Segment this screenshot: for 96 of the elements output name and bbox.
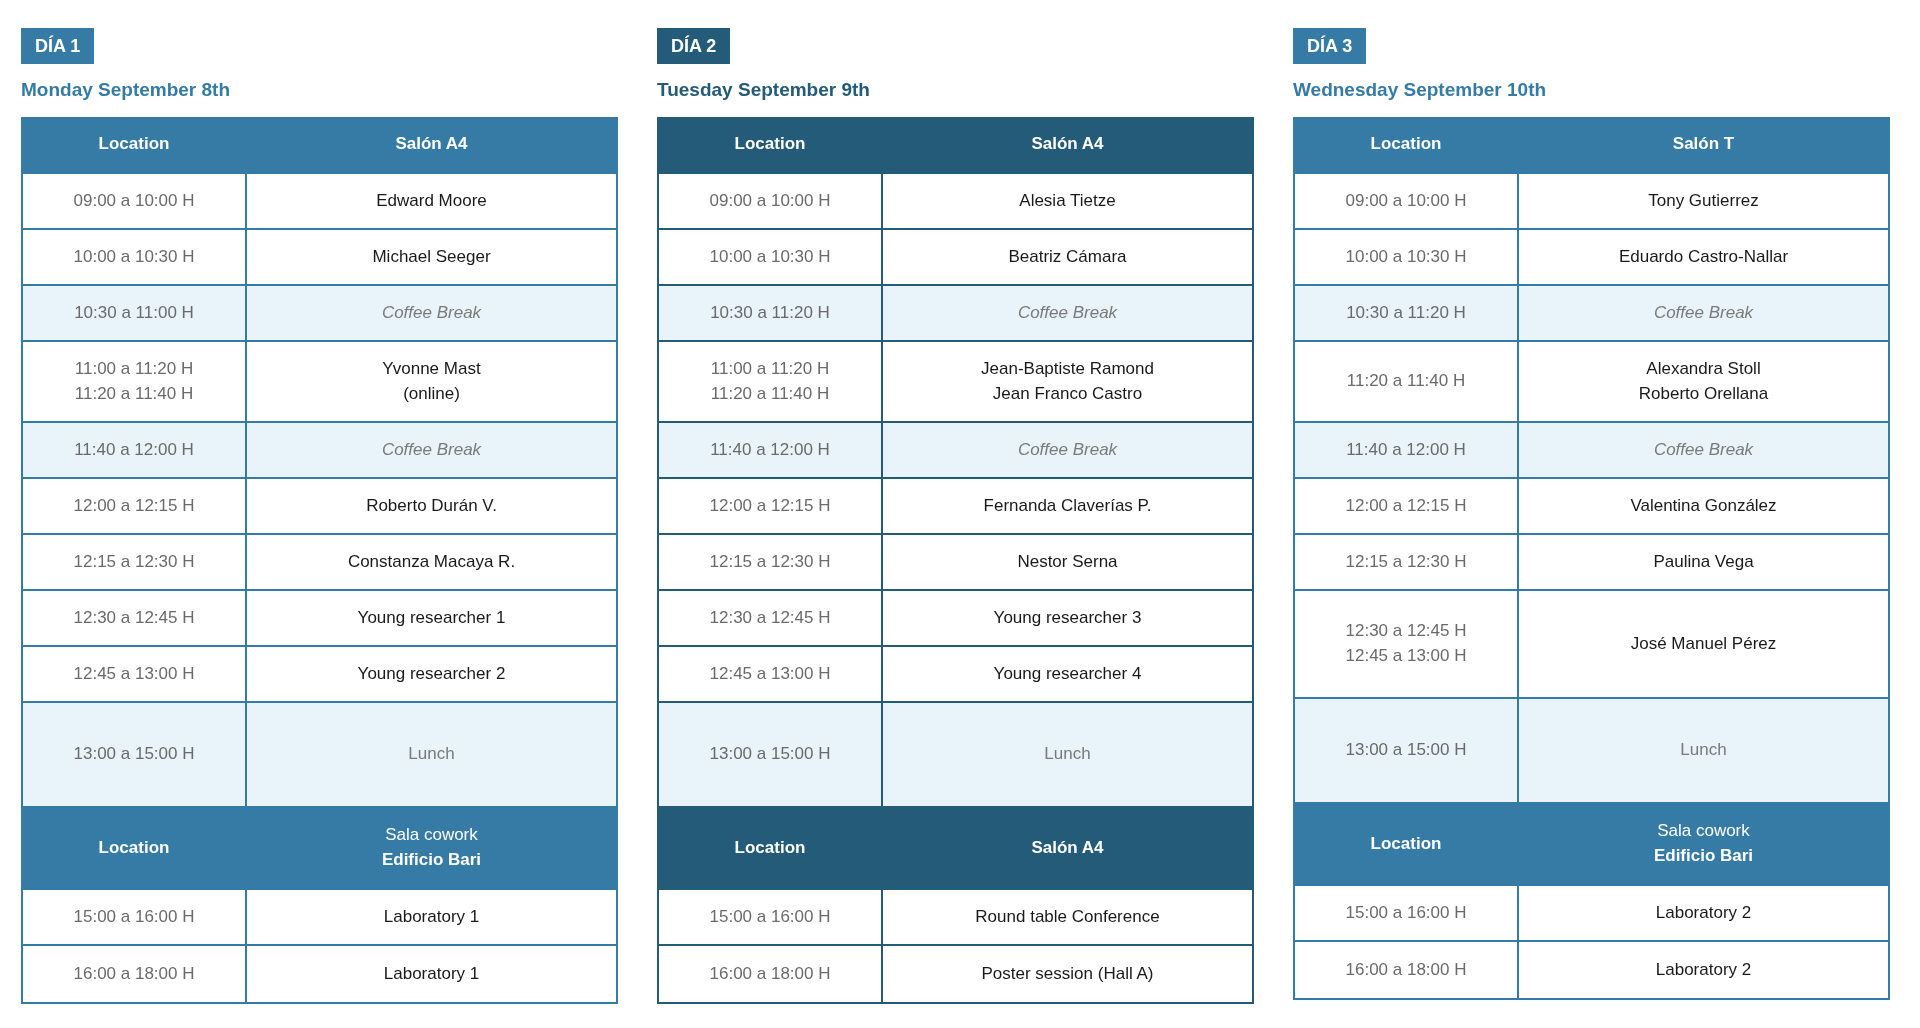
time-text: 11:40 a 12:00 H [710,438,830,461]
session-text: (online) [403,382,460,405]
session-text: Laboratory 1 [383,962,480,985]
time-text: 13:00 a 15:00 H [709,743,831,766]
session-text: Coffee Break [1653,301,1754,324]
venue-text: Sala cowork [1657,820,1750,843]
column-header: Location [1370,832,1442,855]
time-text: 12:30 a 12:45 H [709,606,831,629]
session-text: Young researcher 1 [357,606,506,629]
session-text: Yvonne Mast [382,357,481,380]
session-text: Coffee Break [1017,438,1118,461]
session-text: Roberto Orellana [1638,382,1769,405]
session-text: Roberto Durán V. [366,494,497,517]
session-text: Valentina González [1630,494,1777,517]
venue-text: Edificio Bari [1653,845,1754,867]
time-text: 12:30 a 12:45 H [1345,620,1467,643]
session-text: Beatriz Cámara [1008,245,1127,268]
time-text: 10:00 a 10:30 H [1345,245,1467,268]
session-text: Fernanda Claverías P. [983,494,1152,517]
session-text: Young researcher 4 [993,662,1142,685]
column-header: Location [734,836,806,859]
time-text: 16:00 a 18:00 H [709,962,831,985]
session-text: Lunch [1680,739,1727,762]
time-text: 10:00 a 10:30 H [73,245,195,268]
column-header: Location [98,133,170,156]
time-text: 11:00 a 11:20 H [74,357,194,380]
time-text: 13:00 a 15:00 H [73,743,195,766]
time-text: 10:00 a 10:30 H [709,245,831,268]
venue-text: Salón T [1672,133,1735,156]
time-text: 10:30 a 11:00 H [74,301,194,324]
session-text: Laboratory 1 [383,905,480,928]
time-text: 12:15 a 12:30 H [73,550,195,573]
time-text: 11:00 a 11:20 H [710,357,830,380]
session-text: Jean Franco Castro [992,382,1143,405]
session-text: José Manuel Pérez [1630,632,1777,655]
venue-text: Sala cowork [385,824,478,847]
time-text: 11:40 a 12:00 H [1346,438,1466,461]
venue-text: Salón A4 [1031,836,1104,859]
session-text: Eduardo Castro-Nallar [1618,245,1789,268]
time-text: 15:00 a 16:00 H [73,905,195,928]
column-header: Location [1370,133,1442,156]
time-text: 12:15 a 12:30 H [1345,550,1467,573]
session-text: Laboratory 2 [1655,901,1752,924]
time-text: 10:30 a 11:20 H [710,301,830,324]
day-badge: DÍA 3 [1293,28,1367,64]
time-text: 09:00 a 10:00 H [73,189,195,212]
time-text: 10:30 a 11:20 H [1346,301,1466,324]
session-text: Coffee Break [381,438,482,461]
session-text: Poster session (Hall A) [981,962,1154,985]
time-text: 12:00 a 12:15 H [73,494,195,517]
time-text: 11:20 a 11:40 H [74,382,194,405]
session-text: Lunch [408,743,455,766]
time-text: 15:00 a 16:00 H [1345,901,1467,924]
time-text: 12:15 a 12:30 H [709,550,831,573]
session-text: Young researcher 3 [993,606,1142,629]
column-header: Location [734,133,806,156]
session-text: Coffee Break [1017,301,1118,324]
time-text: 12:45 a 13:00 H [1345,645,1467,667]
time-text: 09:00 a 10:00 H [1345,189,1467,212]
date-title: Wednesday September 10th [1293,79,1548,101]
session-text: Alesia Tietze [1019,189,1116,212]
time-text: 11:20 a 11:40 H [710,382,830,405]
session-text: Michael Seeger [372,245,491,268]
session-text: Round table Conference [975,905,1160,928]
date-title: Monday September 8th [21,79,232,101]
time-text: 13:00 a 15:00 H [1345,739,1467,762]
time-text: 12:00 a 12:15 H [709,494,831,517]
venue-text: Salón A4 [1031,133,1104,156]
session-text: Paulina Vega [1653,550,1754,573]
session-text: Alexandra Stoll [1646,357,1761,380]
session-text: Tony Gutierrez [1648,189,1759,212]
session-text: Nestor Serna [1017,550,1118,573]
session-text: Coffee Break [381,301,482,324]
session-text: Constanza Macaya R. [347,550,516,573]
day-badge: DÍA 2 [657,28,731,64]
time-text: 16:00 a 18:00 H [1345,958,1467,981]
day-badge: DÍA 1 [21,28,95,64]
time-text: 12:45 a 13:00 H [73,662,195,685]
date-title: Tuesday September 9th [657,79,871,101]
session-text: Jean-Baptiste Ramond [981,357,1154,380]
time-text: 11:20 a 11:40 H [1346,370,1466,393]
venue-text: Edificio Bari [381,849,482,871]
session-text: Lunch [1044,743,1091,766]
session-text: Coffee Break [1653,438,1754,461]
session-text: Young researcher 2 [357,662,506,685]
session-text: Laboratory 2 [1655,958,1752,981]
time-text: 16:00 a 18:00 H [73,962,195,985]
time-text: 15:00 a 16:00 H [709,905,831,928]
session-text: Edward Moore [376,189,487,212]
time-text: 09:00 a 10:00 H [709,189,831,212]
venue-text: Salón A4 [395,133,468,156]
time-text: 11:40 a 12:00 H [74,438,194,461]
time-text: 12:45 a 13:00 H [709,662,831,685]
time-text: 12:00 a 12:15 H [1345,494,1467,517]
column-header: Location [98,836,170,859]
time-text: 12:30 a 12:45 H [73,606,195,629]
